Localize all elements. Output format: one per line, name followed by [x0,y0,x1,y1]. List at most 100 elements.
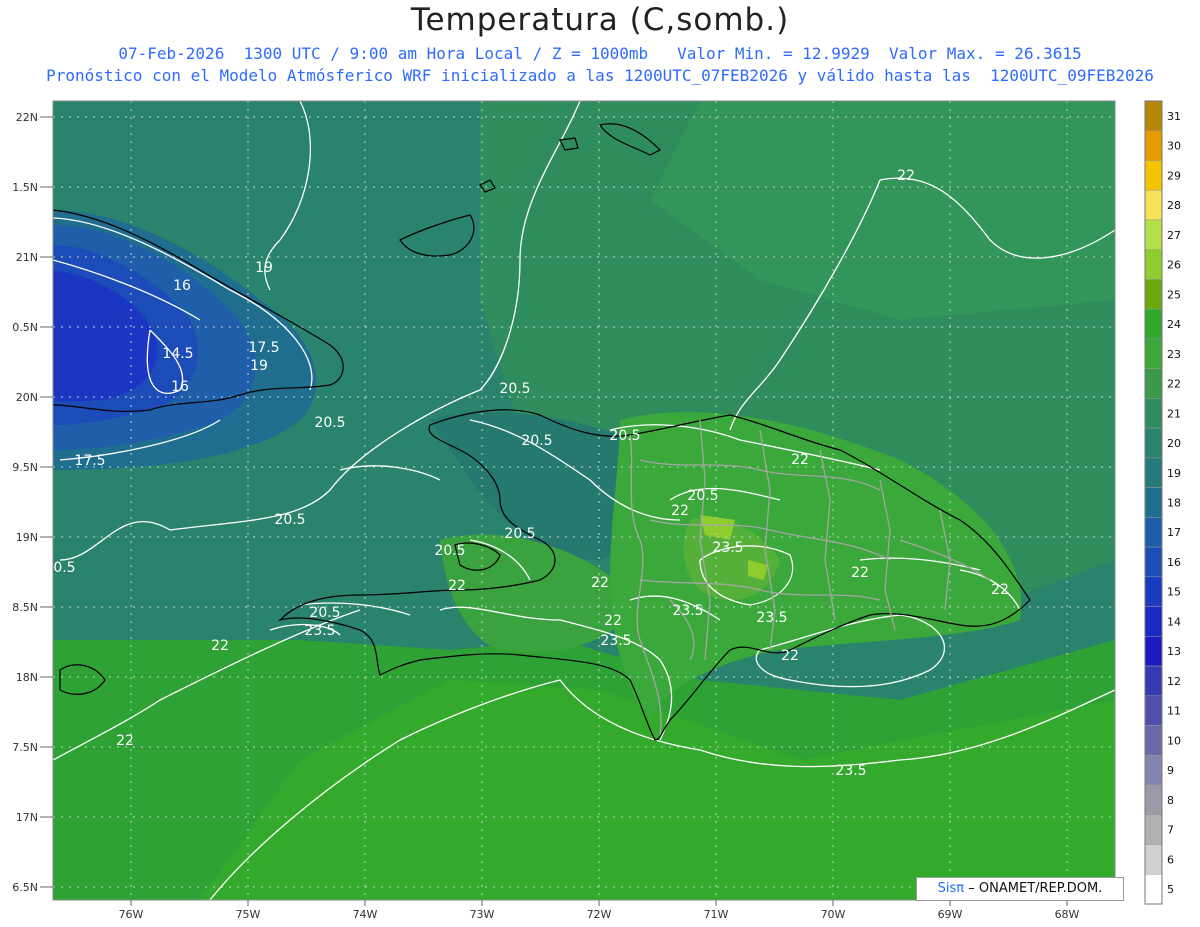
contour-label: 22 [591,575,609,591]
contour-label: 20.5 [44,560,75,576]
lon-tick-label: 71W [704,908,729,921]
contour-label: 20.5 [687,488,718,504]
colorbar-label: 30 [1167,140,1181,153]
colorbar-swatch [1144,665,1163,697]
contour-label: 20.5 [274,512,305,528]
colorbar-swatch [1144,487,1163,518]
colorbar: 31 30 29 28 27 26 25 24 23 22 21 20 19 18 17 16 15 14 13 12… [1144,100,1181,905]
colorbar-label: 20 [1167,437,1181,450]
contour-label: 23.5 [756,610,787,626]
contour-label: 22 [897,168,915,184]
colorbar-label: 18 [1167,497,1181,510]
contour-label: 16 [173,278,191,294]
colorbar-swatch [1144,546,1163,578]
colorbar-swatch [1144,814,1163,845]
contour-label: 20.5 [434,543,465,559]
lon-tick-label: 73W [470,908,495,921]
colorbar-label: 15 [1167,586,1181,599]
colorbar-swatch [1144,279,1163,310]
colorbar-label: 12 [1167,675,1181,688]
colorbar-swatch [1144,398,1163,429]
contour-label: 22 [604,613,622,629]
contour-label: 20.5 [504,526,535,542]
colorbar-swatch [1144,219,1163,250]
colorbar-label: 23 [1167,348,1181,361]
latitude-labels: 22N 1.5N 21N 0.5N 20N 9.5N 19N 8.5N 18N 7.5N 17N 6.… [12,111,53,894]
contour-label: 14.5 [162,346,193,362]
lon-tick-label: 75W [236,908,261,921]
colorbar-swatch [1144,636,1163,667]
credit-text: – ONAMET/REP.DOM. [968,881,1103,896]
lat-tick-label: 20N [16,391,38,404]
colorbar-label: 14 [1167,615,1181,628]
credit-box: Sisπ – ONAMET/REP.DOM. [916,877,1124,901]
colorbar-label: 6 [1167,853,1174,866]
colorbar-label: 17 [1167,526,1181,539]
lat-tick-label: 22N [16,111,38,124]
lon-tick-label: 74W [353,908,378,921]
contour-label: 23.5 [600,633,631,649]
colorbar-label: 5 [1167,883,1174,896]
contour-label: 22 [211,638,229,654]
contour-label: 20.5 [309,605,340,621]
colorbar-swatch [1144,100,1163,131]
colorbar-label: 29 [1167,169,1181,182]
colorbar-label: 24 [1167,318,1181,331]
colorbar-swatch [1144,517,1163,548]
colorbar-swatch [1144,725,1163,756]
colorbar-label: 21 [1167,407,1181,420]
colorbar-swatch [1144,695,1163,726]
colorbar-swatch [1144,457,1163,488]
contour-label: 22 [791,452,809,468]
lon-tick-label: 72W [587,908,612,921]
contour-label: 23.5 [672,603,703,619]
colorbar-swatch [1144,368,1163,399]
contour-label: 17.5 [74,453,105,469]
lon-tick-label: 69W [938,908,963,921]
contour-label: 22 [991,582,1009,598]
colorbar-label: 26 [1167,259,1181,272]
contour-label: 23.5 [304,623,335,639]
contour-label: 20.5 [314,415,345,431]
contour-label: 19 [250,358,268,374]
lon-tick-label: 68W [1055,908,1080,921]
contour-label: 22 [448,578,466,594]
lat-tick-label: 6.5N [12,881,38,894]
longitude-labels: 76W 75W 74W 73W 72W 71W 70W 69W 68W [119,900,1080,921]
colorbar-label: 16 [1167,556,1181,569]
lat-tick-label: 8.5N [12,601,38,614]
colorbar-label: 22 [1167,378,1181,391]
colorbar-swatch [1144,338,1163,369]
map-field [53,101,1115,900]
contour-label: 23.5 [712,540,743,556]
contour-label: 23.5 [835,763,866,779]
colorbar-label: 10 [1167,734,1181,747]
contour-label: 22 [116,733,134,749]
colorbar-label: 7 [1167,824,1174,837]
lat-tick-label: 9.5N [12,461,38,474]
colorbar-swatch [1144,844,1163,875]
credit-brand: Sisπ [937,881,965,896]
lon-tick-label: 76W [119,908,144,921]
lat-tick-label: 21N [16,251,38,264]
contour-label: 22 [781,648,799,664]
contour-label: 22 [851,565,869,581]
colorbar-label: 25 [1167,288,1181,301]
colorbar-label: 27 [1167,229,1181,242]
colorbar-swatch [1144,606,1163,637]
contour-label: 19 [255,260,273,276]
lat-tick-label: 18N [16,671,38,684]
colorbar-swatch [1144,576,1163,607]
colorbar-swatch [1144,874,1163,905]
lat-tick-label: 19N [16,531,38,544]
contour-label: 20.5 [521,433,552,449]
contour-label: 22 [671,503,689,519]
colorbar-label: 11 [1167,705,1181,718]
colorbar-label: 19 [1167,467,1181,480]
lat-tick-label: 17N [16,811,38,824]
lat-tick-label: 7.5N [12,741,38,754]
contour-label: 20.5 [609,428,640,444]
contour-label: 17.5 [248,340,279,356]
forecast-map: 22 19 16 17.5 14.5 19 16 20.5 20.5 17.5 20.5 20.5 20… [12,100,1181,921]
colorbar-swatch [1144,189,1163,221]
